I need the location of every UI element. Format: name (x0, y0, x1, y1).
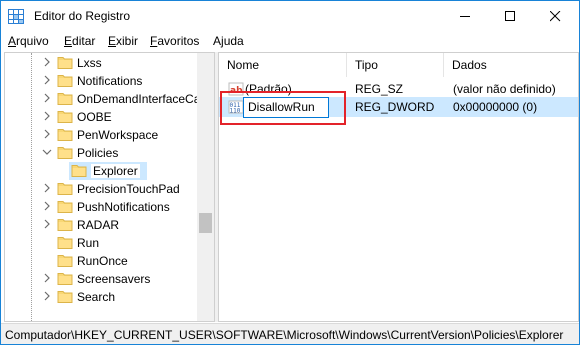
minimize-icon (460, 16, 470, 17)
folder-icon (57, 75, 73, 87)
folder-icon (57, 111, 73, 123)
tree-item-label: Screensavers (77, 272, 151, 286)
menu-exibir-label: xibir (116, 34, 139, 48)
folder-icon (57, 129, 73, 141)
tree-item-notifications[interactable]: Notifications (5, 72, 201, 90)
tree-item-label: PushNotifications (77, 200, 170, 214)
chevron-right-icon[interactable] (42, 201, 52, 211)
close-button[interactable] (533, 1, 578, 31)
tree-item-precisiontouchpad[interactable]: PrecisionTouchPad (5, 180, 201, 198)
chevron-down-icon[interactable] (42, 147, 52, 157)
menu-ajuda-prefix: Aj (213, 34, 224, 48)
menu-favoritos-label: avoritos (157, 34, 200, 48)
menu-favoritos[interactable]: Favoritos (150, 34, 199, 48)
tree-item-runonce[interactable]: RunOnce (5, 252, 201, 270)
chevron-right-icon[interactable] (42, 273, 52, 283)
folder-icon (57, 183, 73, 195)
folder-icon (57, 255, 73, 267)
tree-item-label: Notifications (77, 74, 143, 88)
menu-editar[interactable]: Editar (64, 34, 95, 48)
column-header-nome[interactable]: Nome (219, 53, 347, 77)
registry-editor-app-icon (8, 9, 24, 24)
status-bar-path: Computador\HKEY_CURRENT_USER\SOFTWARE\Mi… (1, 323, 579, 344)
folder-icon (57, 237, 73, 249)
folder-icon (57, 219, 73, 231)
folder-icon (57, 273, 73, 285)
menu-editar-mnemonic: E (64, 34, 73, 48)
tree-item-label: Lxss (77, 56, 102, 70)
column-header-dados[interactable]: Dados (444, 53, 578, 77)
window-title: Editor do Registro (34, 9, 131, 23)
chevron-right-icon[interactable] (42, 93, 52, 103)
tree-item-label: PrecisionTouchPad (77, 182, 180, 196)
tree-item-explorer[interactable]: Explorer (5, 162, 201, 180)
menu-exibir-mnemonic: E (108, 34, 117, 48)
chevron-right-icon[interactable] (42, 219, 52, 229)
chevron-right-icon[interactable] (42, 129, 52, 139)
menu-arquivo-mnemonic: A (8, 34, 17, 48)
tree-item-screensavers[interactable]: Screensavers (5, 270, 201, 288)
tree-scroll-thumb[interactable] (199, 213, 212, 233)
tree-item-label: Policies (77, 146, 119, 160)
maximize-icon (505, 11, 515, 21)
value-type: REG_SZ (355, 82, 404, 96)
menu-editar-label: ditar (72, 34, 96, 48)
tree-item-label: Explorer (91, 164, 140, 178)
menu-exibir[interactable]: Exibir (108, 34, 138, 48)
menu-arquivo[interactable]: Arquivo (8, 34, 49, 48)
menu-bar: Arquivo Editar Exibir Favoritos Ajuda (1, 31, 579, 51)
tree-item-search[interactable]: Search (5, 288, 201, 306)
close-icon (550, 11, 561, 22)
folder-icon (57, 93, 73, 105)
tree-item-label: RADAR (77, 218, 120, 232)
tree-item-run[interactable]: Run (5, 234, 201, 252)
tree-item-label: Search (77, 290, 116, 304)
folder-icon (71, 165, 87, 177)
highlight-annotation (220, 91, 346, 125)
tree-item-label: OOBE (77, 110, 112, 124)
maximize-button[interactable] (488, 1, 533, 31)
tree-item-ondemandinterfaceca[interactable]: OnDemandInterfaceCa (5, 90, 201, 108)
key-tree-pane[interactable]: Lxss Notifications OnDemandInterfaceCa OOBE… (4, 52, 215, 322)
tree-item-pushnotifications[interactable]: PushNotifications (5, 198, 201, 216)
menu-ajuda-label: uda (223, 34, 244, 48)
chevron-right-icon[interactable] (42, 57, 52, 67)
tree-item-penworkspace[interactable]: PenWorkspace (5, 126, 201, 144)
chevron-right-icon[interactable] (42, 111, 52, 121)
tree-item-oobe[interactable]: OOBE (5, 108, 201, 126)
tree-item-label: OnDemandInterfaceCa (77, 92, 201, 106)
value-data: (valor não definido) (453, 82, 556, 96)
menu-arquivo-label: rquivo (16, 34, 49, 48)
chevron-right-icon[interactable] (42, 291, 52, 301)
title-bar[interactable]: Editor do Registro (1, 1, 579, 31)
column-header-tipo[interactable]: Tipo (347, 53, 444, 77)
folder-icon (57, 291, 73, 303)
chevron-right-icon[interactable] (42, 75, 52, 85)
tree-item-lxss[interactable]: Lxss (5, 54, 201, 72)
value-data: 0x00000000 (0) (453, 100, 538, 114)
registry-editor-window: Editor do Registro Arquivo Editar Exibir… (0, 0, 580, 345)
tree-item-radar[interactable]: RADAR (5, 216, 201, 234)
tree-item-label: RunOnce (77, 254, 128, 268)
chevron-right-icon[interactable] (42, 183, 52, 193)
folder-icon (57, 147, 73, 159)
tree-vertical-scrollbar[interactable] (197, 53, 214, 321)
folder-icon (57, 57, 73, 69)
menu-ajuda[interactable]: Ajuda (213, 34, 244, 48)
tree-item-policies[interactable]: Policies (5, 144, 201, 162)
tree-item-label: PenWorkspace (77, 128, 159, 142)
folder-icon (57, 201, 73, 213)
minimize-button[interactable] (443, 1, 488, 31)
value-type: REG_DWORD (355, 100, 435, 114)
tree-item-label: Run (77, 236, 100, 250)
